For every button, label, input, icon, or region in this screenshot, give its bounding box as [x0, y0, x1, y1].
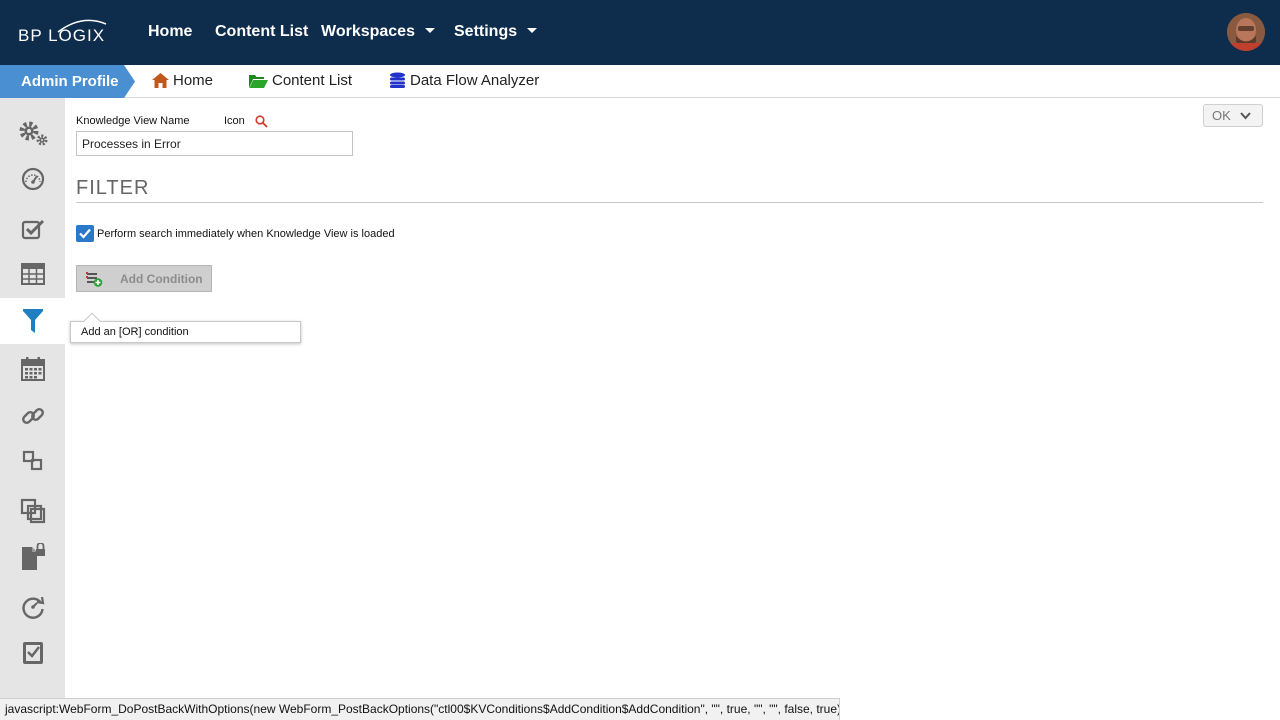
user-photo-icon	[1227, 13, 1265, 51]
sidebar-item-settings[interactable]	[0, 110, 65, 156]
checkmark-icon	[79, 228, 91, 239]
logo-text: BP LOGIX	[18, 26, 106, 45]
sidebar-item-calendar[interactable]	[0, 346, 65, 392]
sidebar-item-permissions[interactable]	[0, 534, 65, 580]
chevron-down-icon	[527, 28, 538, 33]
perform-search-checkbox[interactable]	[76, 225, 94, 242]
sidebar-item-columns[interactable]	[0, 251, 65, 297]
clipboard-check-icon	[22, 642, 43, 664]
perform-search-label: Perform search immediately when Knowledg…	[97, 228, 395, 240]
kv-name-input[interactable]	[76, 131, 353, 156]
chevron-down-icon	[1240, 112, 1251, 120]
add-condition-label: Add Condition	[120, 272, 203, 286]
filter-divider	[76, 202, 1263, 203]
breadcrumb-content-list-label: Content List	[272, 72, 353, 89]
sidebar-item-approvals[interactable]	[0, 630, 65, 676]
sidebar-item-relations[interactable]	[0, 438, 65, 484]
nav-content-list[interactable]: Content List	[215, 23, 308, 41]
breadcrumb-data-flow-label: Data Flow Analyzer	[410, 72, 540, 89]
refresh-gauge-icon	[21, 596, 44, 619]
sidebar-item-filter[interactable]	[0, 298, 65, 344]
breadcrumb-home-label: Home	[173, 72, 214, 89]
add-condition-icon	[86, 272, 103, 287]
nav-settings[interactable]: Settings	[454, 23, 538, 41]
sidebar-item-dashboard[interactable]	[0, 156, 65, 202]
add-or-condition-tooltip: Add an [OR] condition	[70, 312, 301, 343]
icon-label: Icon	[224, 115, 245, 127]
tooltip-text: Add an [OR] condition	[81, 326, 189, 338]
breadcrumb-bar: Admin Profile Home Content List Data Flo…	[0, 65, 1280, 98]
filter-heading: FILTER	[76, 177, 150, 199]
nav-home[interactable]: Home	[148, 23, 192, 41]
breadcrumb-content-list-link[interactable]: Content List	[249, 72, 352, 89]
link-icon	[21, 408, 44, 424]
sidebar-item-tasks[interactable]	[0, 206, 65, 252]
file-lock-icon	[21, 543, 45, 570]
home-icon	[152, 73, 169, 88]
breadcrumb-home-link[interactable]: Home	[152, 72, 213, 89]
sidebar-item-links[interactable]	[0, 393, 65, 439]
clone-icon	[20, 498, 45, 524]
search-icon[interactable]	[255, 115, 268, 128]
nav-workspaces-label: Workspaces	[321, 23, 415, 40]
relation-icon	[22, 450, 42, 471]
gears-icon	[19, 121, 47, 146]
breadcrumb-current-label: Admin Profile	[21, 73, 119, 90]
bp-logix-logo[interactable]: BP LOGIX	[18, 18, 108, 48]
folder-open-icon	[249, 75, 268, 88]
calendar-icon	[20, 357, 45, 381]
nav-workspaces[interactable]: Workspaces	[321, 23, 435, 41]
checkbox-edit-icon	[21, 219, 44, 240]
top-navigation-bar: BP LOGIX Home Content List Workspaces Se…	[0, 0, 1280, 65]
kv-name-label: Knowledge View Name	[76, 115, 190, 127]
breadcrumb-data-flow-link[interactable]: Data Flow Analyzer	[389, 72, 539, 89]
database-icon	[390, 72, 405, 88]
nav-settings-label: Settings	[454, 23, 518, 40]
sidebar	[0, 98, 65, 720]
filter-funnel-icon	[22, 309, 43, 333]
sidebar-item-clone[interactable]	[0, 488, 65, 534]
sidebar-item-refresh[interactable]	[0, 584, 65, 630]
ok-button-label: OK	[1212, 108, 1231, 123]
browser-status-bar: javascript:WebForm_DoPostBackWithOptions…	[0, 698, 840, 720]
chevron-down-icon	[424, 28, 435, 33]
add-condition-button[interactable]: Add Condition	[76, 265, 212, 292]
ok-button[interactable]: OK	[1203, 104, 1263, 127]
breadcrumb-admin-profile[interactable]: Admin Profile	[0, 65, 135, 98]
user-avatar[interactable]	[1227, 13, 1265, 51]
dashboard-gauge-icon	[21, 167, 44, 191]
table-grid-icon	[20, 263, 45, 285]
